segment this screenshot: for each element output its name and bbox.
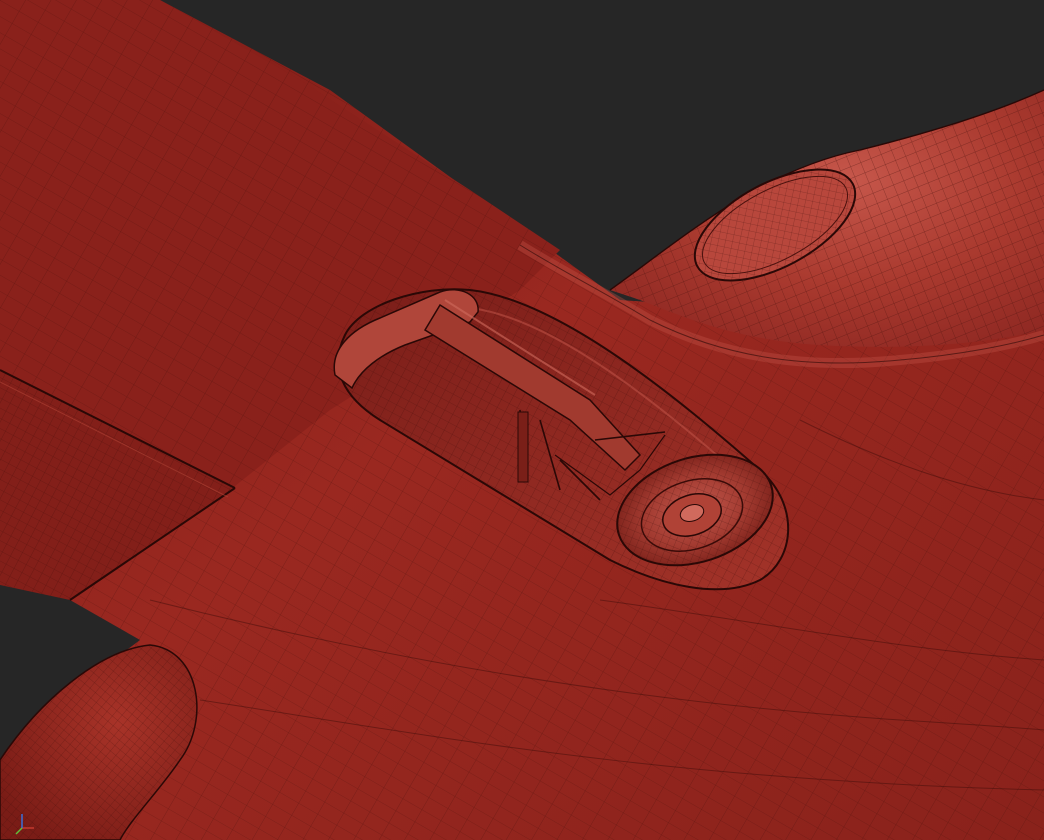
axis-gizmo bbox=[15, 814, 34, 835]
y-axis-icon bbox=[15, 827, 23, 835]
3d-viewport[interactable] bbox=[0, 0, 1044, 840]
